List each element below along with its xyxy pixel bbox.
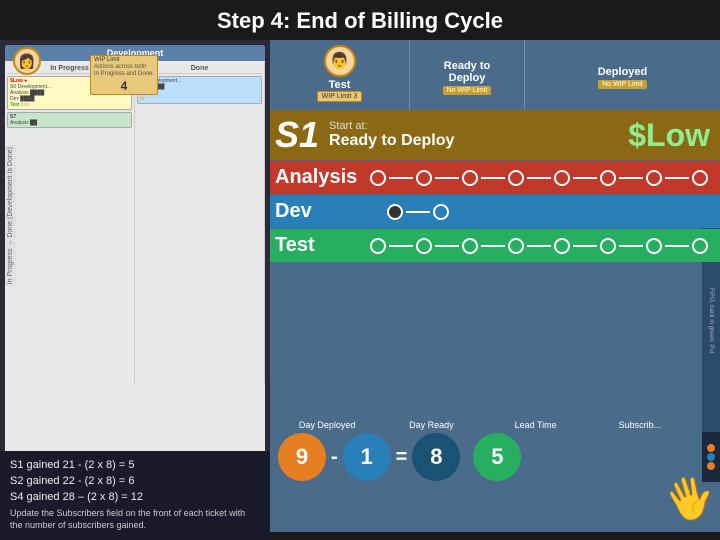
test-circle-6 <box>600 238 616 254</box>
s1-subtext: Ready to Deploy <box>329 132 454 150</box>
bottom-info-box: S1 gained 21 - (2 x 8) = 5 S2 gained 22 … <box>0 451 270 540</box>
s1-price: $Low <box>628 117 710 154</box>
info-line-3: S4 gained 28 – (2 x 8) = 12 <box>10 491 260 503</box>
metric-minus: - <box>331 446 338 469</box>
board-header: 👨 Test WIP Limit 3 Ready to Deploy No WI… <box>270 40 720 115</box>
dev-circle-2 <box>433 204 449 220</box>
deployed-no-wip: No WIP Limit <box>598 80 647 89</box>
kanban-col-inprogress: In Progress $Low ● S0 Development... Ana… <box>5 63 135 383</box>
circle-6 <box>600 170 616 186</box>
board-col-deployed: Deployed No WIP Limit <box>525 40 720 115</box>
test-circle-2 <box>416 238 432 254</box>
deployed-col-label: Deployed <box>598 66 648 78</box>
circle-2 <box>416 170 432 186</box>
test-circles <box>368 238 710 254</box>
s1-text: Start at: Ready to Deploy <box>329 120 454 150</box>
circle-5 <box>554 170 570 186</box>
metric-day-ready: 1 <box>343 433 391 481</box>
test-row: Test <box>270 229 720 262</box>
test-col-label: Test <box>329 79 351 91</box>
circle-8 <box>692 170 708 186</box>
page-title: Step 4: End of Billing Cycle <box>0 8 720 34</box>
wip-number: 4 <box>94 79 154 93</box>
test-label: Test <box>275 234 368 257</box>
circle-7 <box>646 170 662 186</box>
test-circle-7 <box>646 238 662 254</box>
test-wip-label: WIP Limit <box>322 93 352 100</box>
info-line-1: S1 gained 21 - (2 x 8) = 5 <box>10 459 260 471</box>
strip-dot-2 <box>707 453 715 461</box>
ready-no-wip: No WIP Limit <box>443 86 492 95</box>
metric-lead-time: 8 <box>412 433 460 481</box>
overlay-card: S1 Start at: Ready to Deploy $Low Analys… <box>270 110 720 432</box>
test-circle-4 <box>508 238 524 254</box>
avatar-test: 👨 <box>324 45 356 77</box>
wip-box: WIP Limit Actions across both In Progres… <box>90 55 158 95</box>
title-bar: Step 4: End of Billing Cycle <box>0 0 720 40</box>
wip-label: WIP Limit <box>94 57 154 64</box>
dev-circle-filled <box>387 204 403 220</box>
s1-start: Start at: <box>329 120 454 132</box>
right-panel: 👨 Test WIP Limit 3 Ready to Deploy No WI… <box>270 40 720 532</box>
analysis-row: Analysis <box>270 161 720 194</box>
dev-row: Dev <box>270 195 720 228</box>
test-circle-1 <box>370 238 386 254</box>
s1-row: S1 Start at: Ready to Deploy $Low <box>270 110 720 160</box>
analysis-circles <box>368 170 710 186</box>
metric-subscribers: 5 <box>473 433 521 481</box>
circle-3 <box>462 170 478 186</box>
test-circle-8 <box>692 238 708 254</box>
test-circle-3 <box>462 238 478 254</box>
avatar-dev: 👩 <box>13 47 41 75</box>
info-paragraph: Update the Subscribers field on the fron… <box>10 507 260 532</box>
board-col-test: 👨 Test WIP Limit 3 <box>270 40 410 115</box>
circle-1 <box>370 170 386 186</box>
test-wip-number: 3 <box>353 93 357 100</box>
metric-day-deployed: 9 <box>278 433 326 481</box>
test-wip-badge: WIP Limit 3 <box>317 91 363 102</box>
s1-label: S1 <box>275 114 319 156</box>
board-col-ready: Ready to Deploy No WIP Limit <box>410 40 525 115</box>
kanban-col-done: Done S8 Development... Dev ████ Test ○○ … <box>135 63 265 383</box>
ticket-2: S7 Analysis ██ <box>7 112 132 128</box>
analysis-label: Analysis <box>275 166 368 189</box>
info-line-2: S2 gained 22 - (2 x 8) = 6 <box>10 475 260 487</box>
metrics-row: 9 - 1 = 8 5 <box>270 432 702 482</box>
side-label: In Progress → Done (Development Is Done) <box>5 145 16 286</box>
metric-equals: = <box>396 446 408 469</box>
dev-circles <box>385 204 710 220</box>
circle-4 <box>508 170 524 186</box>
strip-dot-1 <box>707 444 715 452</box>
dev-label: Dev <box>275 200 385 223</box>
ready-col-label: Ready to Deploy <box>444 60 490 84</box>
test-circle-5 <box>554 238 570 254</box>
strip-dot-3 <box>707 462 715 470</box>
